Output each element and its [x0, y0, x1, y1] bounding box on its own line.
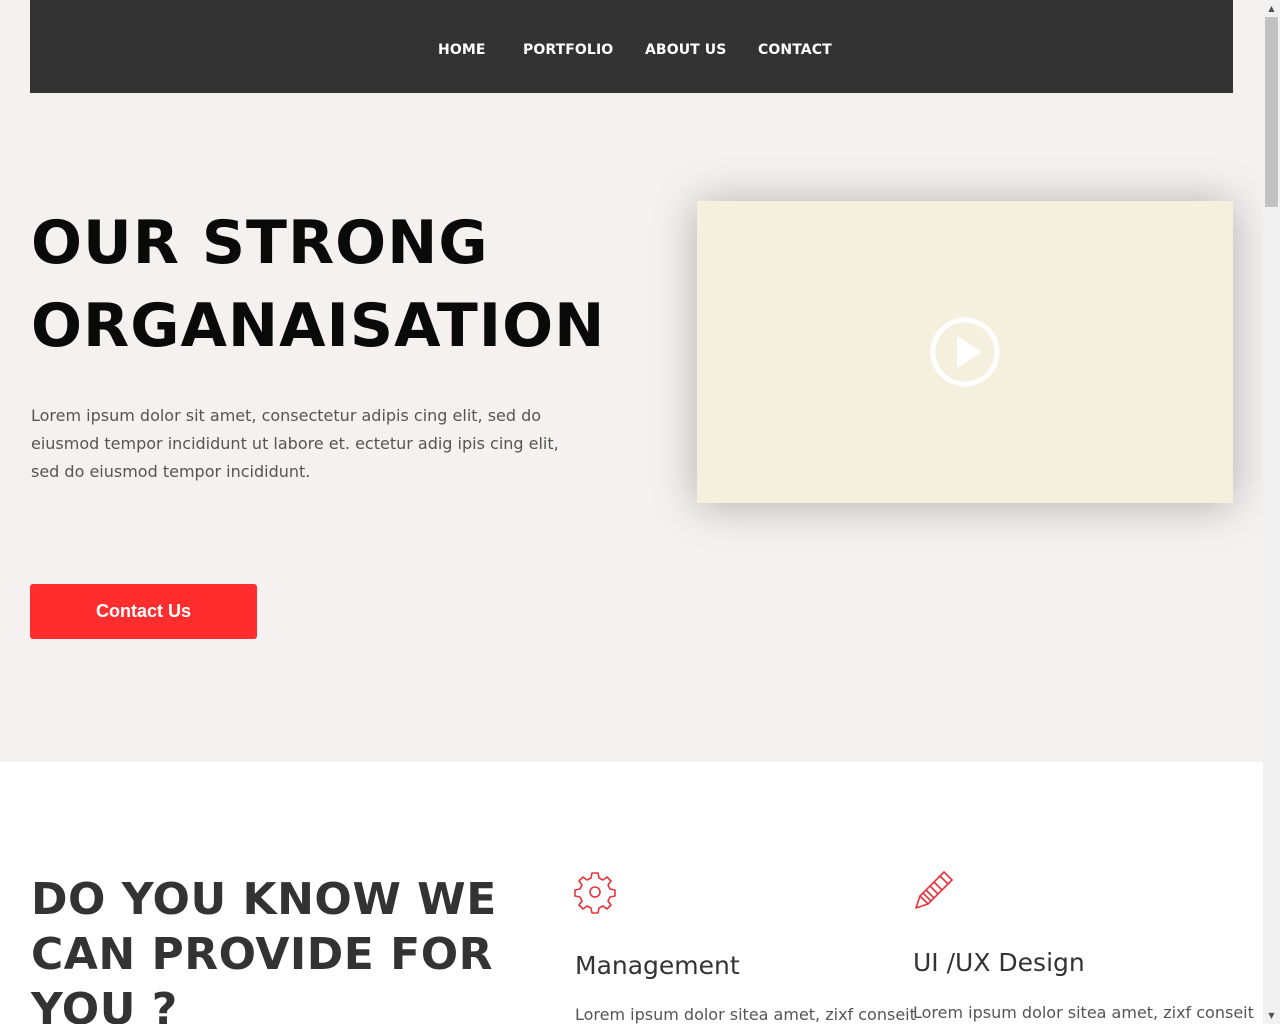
scroll-down-arrow-icon[interactable]: ▼ [1263, 1007, 1280, 1024]
vertical-scrollbar[interactable]: ▲ ▼ [1263, 0, 1280, 1024]
top-navbar: HOME PORTFOLIO ABOUT US CONTACT [30, 0, 1233, 93]
hero-title-line: OUR STRONG [31, 208, 489, 278]
hero-section: HOME PORTFOLIO ABOUT US CONTACT OUR STRO… [0, 0, 1263, 762]
services-title: DO YOU KNOW WE CAN PROVIDE FOR YOU ? [31, 872, 497, 1024]
contact-us-button[interactable]: Contact Us [30, 584, 257, 639]
hero-title-line: ORGANAISATION [31, 291, 606, 361]
service-title: Management [575, 951, 740, 980]
scrollbar-thumb[interactable] [1265, 17, 1278, 207]
hero-title: OUR STRONG ORGANAISATION [31, 202, 651, 368]
service-text: Lorem ipsum dolor sitea amet, zixf conse… [575, 1005, 916, 1024]
scroll-up-arrow-icon[interactable]: ▲ [1263, 0, 1280, 17]
nav-item-portfolio[interactable]: PORTFOLIO [523, 42, 613, 58]
play-circle-icon[interactable] [929, 316, 1001, 388]
page: HOME PORTFOLIO ABOUT US CONTACT OUR STRO… [0, 0, 1263, 1024]
nav-item-about-us[interactable]: ABOUT US [645, 42, 726, 58]
hero-description: Lorem ipsum dolor sit amet, consectetur … [31, 406, 559, 481]
pencil-icon [915, 871, 953, 909]
gear-icon [574, 872, 616, 914]
nav-item-contact[interactable]: CONTACT [758, 42, 832, 58]
video-player[interactable] [697, 201, 1233, 503]
service-text: Lorem ipsum dolor sitea amet, zixf conse… [913, 1003, 1254, 1022]
services-title-line: YOU ? [31, 984, 178, 1024]
services-title-line: CAN PROVIDE FOR [31, 929, 494, 980]
service-title: UI /UX Design [913, 948, 1085, 977]
services-title-line: DO YOU KNOW WE [31, 874, 497, 925]
nav-item-home[interactable]: HOME [438, 42, 486, 58]
